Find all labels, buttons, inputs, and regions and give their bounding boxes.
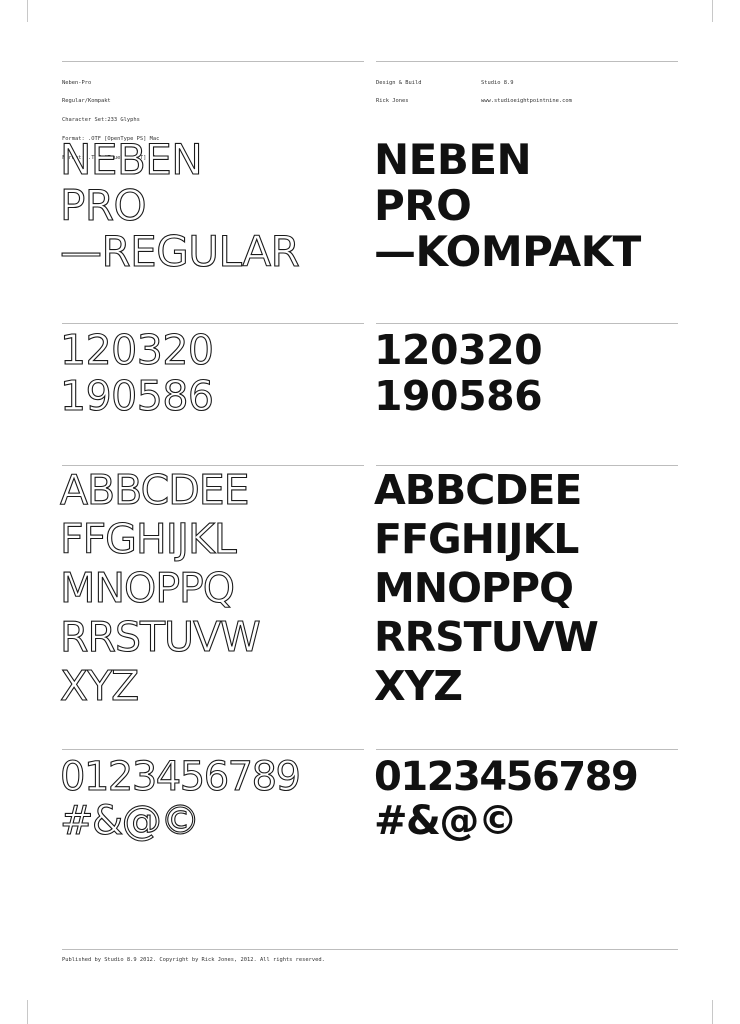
kompakt-figures: 0123456789 #&@© bbox=[374, 754, 639, 844]
crop-mark-top-left bbox=[27, 0, 28, 22]
rule-figures-right bbox=[376, 749, 678, 750]
regular-alphabet-line: XYZ bbox=[59, 661, 139, 710]
kompakt-alphabet-line: RRSTUVW bbox=[374, 613, 599, 661]
regular-figures: 0123456789 #&@© bbox=[59, 754, 301, 844]
header-designer-name: Rick Jones bbox=[376, 98, 409, 105]
header-studio-name: Studio 8.9 bbox=[481, 79, 514, 86]
crop-mark-top-right bbox=[712, 0, 713, 22]
kompakt-numbers-line: 190586 bbox=[374, 372, 543, 420]
kompakt-title-line: —KOMPAKT bbox=[374, 227, 641, 276]
crop-mark-bottom-right bbox=[712, 1000, 713, 1024]
kompakt-numbers-line: 120320 bbox=[374, 326, 543, 374]
regular-alphabet-line: MNOPPQ bbox=[59, 563, 235, 612]
regular-numbers-line: 120320 bbox=[59, 326, 214, 374]
kompakt-alphabet-line: MNOPPQ bbox=[374, 564, 574, 612]
regular-title-line: PRO bbox=[59, 181, 147, 230]
regular-alphabet: ABBCDEE FFGHIJKL MNOPPQ RRSTUVW XYZ bbox=[59, 465, 261, 711]
kompakt-title-line: NEBEN bbox=[374, 135, 532, 184]
rule-header-right bbox=[376, 61, 678, 62]
regular-title: NEBEN PRO —REGULAR bbox=[59, 135, 300, 276]
kompakt-alphabet-line: FFGHIJKL bbox=[374, 515, 579, 563]
rule-numbers-right bbox=[376, 323, 678, 324]
regular-figures-line: 0123456789 bbox=[59, 754, 301, 800]
footer-copyright: Published by Studio 8.9 2012. Copyright … bbox=[62, 957, 325, 963]
header-credits: Design & Build Rick Jones bbox=[376, 67, 421, 111]
regular-alphabet-line: FFGHIJKL bbox=[59, 514, 237, 563]
regular-title-line: NEBEN bbox=[59, 135, 203, 184]
rule-footer bbox=[62, 949, 678, 950]
regular-numbers-line: 190586 bbox=[59, 372, 214, 420]
crop-mark-bottom-left bbox=[27, 1000, 28, 1024]
header-font-styles: Regular/Kompakt bbox=[62, 98, 111, 105]
regular-title-line: —REGULAR bbox=[59, 227, 300, 276]
rule-header-left bbox=[62, 61, 364, 62]
header-design-label: Design & Build bbox=[376, 79, 422, 86]
header-studio-url: www.studioeightpointnine.com bbox=[481, 98, 572, 105]
kompakt-figures-line: #&@© bbox=[374, 798, 518, 844]
kompakt-alphabet: ABBCDEE FFGHIJKL MNOPPQ RRSTUVW XYZ bbox=[374, 466, 599, 711]
regular-alphabet-line: RRSTUVW bbox=[59, 612, 261, 661]
kompakt-figures-line: 0123456789 bbox=[374, 754, 639, 800]
header-font-name: Neben-Pro bbox=[62, 79, 92, 86]
kompakt-numbers: 120320 190586 bbox=[374, 326, 543, 420]
header-studio: Studio 8.9 www.studioeightpointnine.com bbox=[481, 67, 572, 111]
kompakt-title-line: PRO bbox=[374, 181, 472, 230]
regular-figures-line: #&@© bbox=[59, 798, 200, 844]
rule-figures-left bbox=[62, 749, 364, 750]
rule-numbers-left bbox=[62, 323, 364, 324]
regular-numbers: 120320 190586 bbox=[59, 326, 214, 420]
kompakt-alphabet-line: XYZ bbox=[374, 662, 463, 710]
header-character-set: Character Set:233 Glyphs bbox=[62, 117, 140, 124]
kompakt-alphabet-line: ABBCDEE bbox=[374, 466, 582, 514]
kompakt-title: NEBEN PRO —KOMPAKT bbox=[374, 137, 641, 275]
regular-alphabet-line: ABBCDEE bbox=[59, 465, 250, 514]
